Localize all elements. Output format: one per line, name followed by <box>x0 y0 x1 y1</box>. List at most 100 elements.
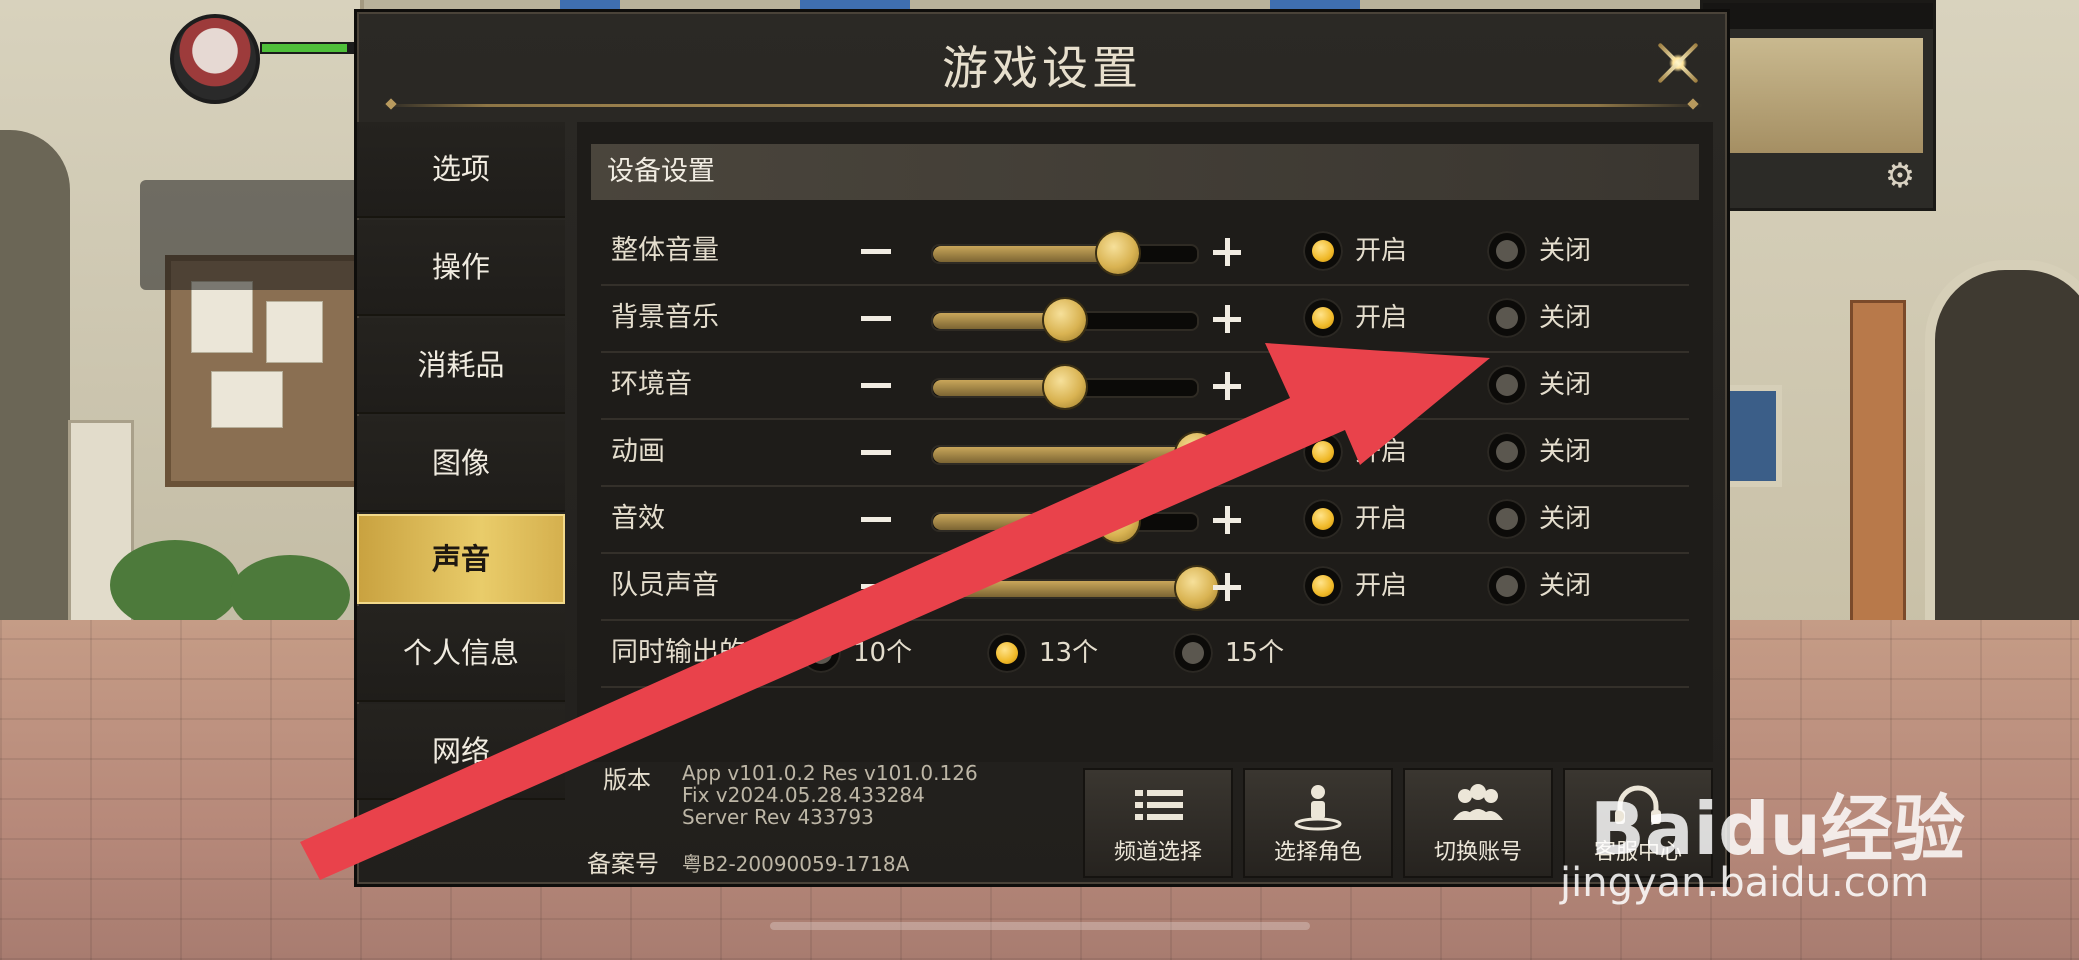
off-radio[interactable] <box>1487 432 1527 472</box>
tab-graphics[interactable]: 图像 <box>357 416 565 512</box>
increase-button[interactable] <box>1213 573 1241 601</box>
increase-button[interactable] <box>1213 506 1241 534</box>
off-radio[interactable] <box>1487 231 1527 271</box>
close-button[interactable] <box>1647 32 1709 94</box>
on-label: 开启 <box>1355 370 1408 400</box>
version-line: Fix v2024.05.28.433284 <box>682 783 925 807</box>
slider-knob[interactable] <box>1096 500 1139 542</box>
off-radio[interactable] <box>1487 298 1527 338</box>
title-divider <box>381 104 1703 107</box>
setting-label: 环境音 <box>611 369 692 400</box>
output-count-radio[interactable] <box>987 633 1027 673</box>
volume-slider[interactable] <box>931 366 1199 408</box>
setting-label: 整体音量 <box>611 235 719 266</box>
tab-consumables[interactable]: 消耗品 <box>357 318 565 414</box>
tab-options[interactable]: 选项 <box>357 122 565 218</box>
version-line: Server Rev 433793 <box>682 805 874 829</box>
tab-sound[interactable]: 声音 <box>357 514 565 604</box>
decrease-button[interactable] <box>861 584 891 589</box>
row-ambient: 环境音 开启 关闭 <box>601 352 1689 420</box>
row-bgm: 背景音乐 开启 关闭 <box>601 285 1689 353</box>
output-count-label: 13个 <box>1039 638 1099 668</box>
output-count-radio[interactable] <box>1173 633 1213 673</box>
minimap-view[interactable] <box>1713 38 1923 153</box>
off-radio[interactable] <box>1487 365 1527 405</box>
section-title: 设备设置 <box>591 144 1699 200</box>
off-label: 关闭 <box>1539 437 1592 467</box>
slider-knob[interactable] <box>1044 299 1086 341</box>
decrease-button[interactable] <box>861 316 891 321</box>
switch-account-button[interactable]: 切换账号 <box>1403 768 1553 878</box>
off-label: 关闭 <box>1539 504 1592 534</box>
settings-tabs: 选项 操作 消耗品 图像 声音 个人信息 网络 <box>357 122 565 802</box>
minimap-status-bar <box>1703 3 1933 29</box>
off-label: 关闭 <box>1539 571 1592 601</box>
row-party-voice: 队员声音 开启 关闭 <box>601 553 1689 621</box>
decrease-button[interactable] <box>861 383 891 388</box>
baidu-watermark: Baidu经验 jingyan.baidu.com <box>1560 730 2070 930</box>
row-output-count: 同时输出的音效 10个 13个 15个 <box>601 620 1689 688</box>
list-icon <box>1135 790 1183 820</box>
player-avatar[interactable] <box>170 14 260 104</box>
on-radio[interactable] <box>1303 231 1343 271</box>
on-radio[interactable] <box>1303 566 1343 606</box>
volume-slider[interactable] <box>931 232 1199 274</box>
row-sfx: 音效 开启 关闭 <box>601 486 1689 554</box>
decrease-button[interactable] <box>861 249 891 254</box>
gear-icon[interactable]: ⚙ <box>1880 156 1920 196</box>
slider-fill <box>933 581 1197 597</box>
on-label: 开启 <box>1355 437 1408 467</box>
slider-knob[interactable] <box>1176 433 1218 475</box>
volume-slider[interactable] <box>931 500 1199 542</box>
increase-button[interactable] <box>1213 439 1241 467</box>
select-character-button[interactable]: 选择角色 <box>1243 768 1393 878</box>
version-label: 版本 <box>603 766 651 794</box>
volume-slider[interactable] <box>931 299 1199 341</box>
increase-button[interactable] <box>1213 372 1241 400</box>
record-number: 粤B2-20090059-1718A <box>682 852 910 876</box>
volume-slider[interactable] <box>931 433 1218 475</box>
version-line: App v101.0.2 Res v101.0.126 <box>682 761 978 785</box>
quest-tracker[interactable] <box>140 180 360 290</box>
home-indicator <box>770 922 1310 930</box>
player-hp-bar <box>260 42 360 54</box>
decrease-button[interactable] <box>861 450 891 455</box>
character-icon <box>1294 785 1342 831</box>
tab-network[interactable]: 网络 <box>357 704 565 800</box>
row-animation: 动画 开启 关闭 <box>601 419 1689 487</box>
on-label: 开启 <box>1355 571 1408 601</box>
sound-panel: 设备设置 整体音量 开启 关闭 背景音乐 开启 关闭 环境音 开启 关闭 动画 开启 关闭 音效 开启 关闭… <box>577 122 1713 762</box>
setting-label: 音效 <box>611 503 665 534</box>
output-count-radio[interactable] <box>801 633 841 673</box>
off-label: 关闭 <box>1539 303 1592 333</box>
off-radio[interactable] <box>1487 566 1527 606</box>
channel-select-button[interactable]: 频道选择 <box>1083 768 1233 878</box>
on-radio[interactable] <box>1303 499 1343 539</box>
on-label: 开启 <box>1355 303 1408 333</box>
tab-profile[interactable]: 个人信息 <box>357 606 565 702</box>
switch-account-label: 切换账号 <box>1433 840 1522 865</box>
background-bush <box>110 540 240 630</box>
background-archway <box>0 130 70 630</box>
settings-dialog: 游戏设置 选项 操作 消耗品 图像 声音 个人信息 网络 设备设置 整体音量 开启… <box>354 9 1730 887</box>
dialog-title: 游戏设置 <box>942 41 1142 95</box>
slider-fill <box>933 514 1118 530</box>
increase-button[interactable] <box>1213 305 1241 333</box>
on-label: 开启 <box>1355 236 1408 266</box>
tab-controls[interactable]: 操作 <box>357 220 565 316</box>
off-radio[interactable] <box>1487 499 1527 539</box>
row-master-volume: 整体音量 开启 关闭 <box>601 218 1689 286</box>
slider-knob[interactable] <box>1096 232 1139 274</box>
setting-label: 背景音乐 <box>611 302 719 333</box>
off-label: 关闭 <box>1539 236 1592 266</box>
on-radio[interactable] <box>1303 365 1343 405</box>
slider-knob[interactable] <box>1044 366 1086 408</box>
on-radio[interactable] <box>1303 298 1343 338</box>
on-radio[interactable] <box>1303 432 1343 472</box>
slider-knob[interactable] <box>1176 567 1218 609</box>
volume-slider[interactable] <box>931 567 1218 609</box>
decrease-button[interactable] <box>861 517 891 522</box>
watermark-url: jingyan.baidu.com <box>1560 860 1930 906</box>
slider-fill <box>933 246 1118 262</box>
increase-button[interactable] <box>1213 238 1241 266</box>
